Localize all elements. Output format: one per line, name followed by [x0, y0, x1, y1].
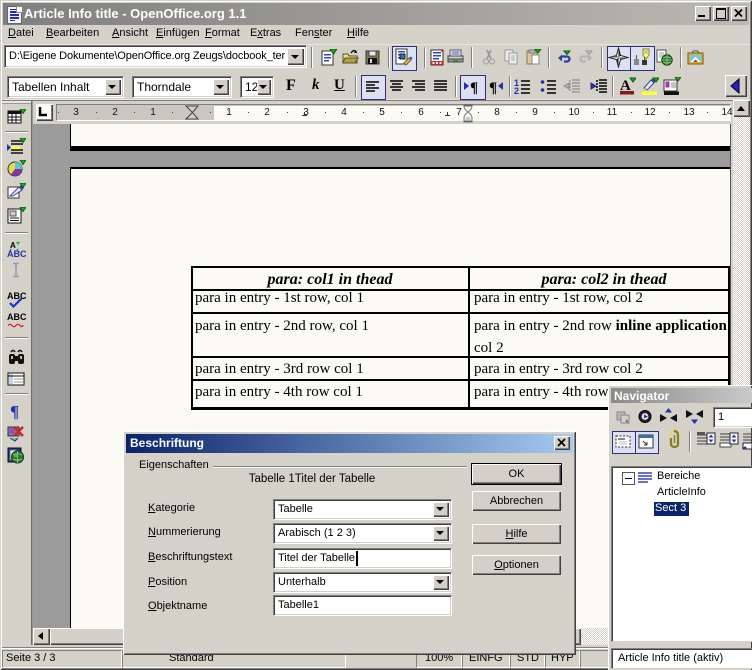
svg-text:¶: ¶ [10, 402, 19, 420]
svg-text:ABC: ABC [7, 291, 26, 301]
svg-text:ABC: ABC [7, 249, 26, 258]
svg-text:¶: ¶ [489, 80, 497, 95]
svg-text:ABC: ABC [7, 312, 26, 322]
svg-text:2: 2 [514, 86, 519, 95]
svg-text:¶: ¶ [470, 80, 478, 96]
